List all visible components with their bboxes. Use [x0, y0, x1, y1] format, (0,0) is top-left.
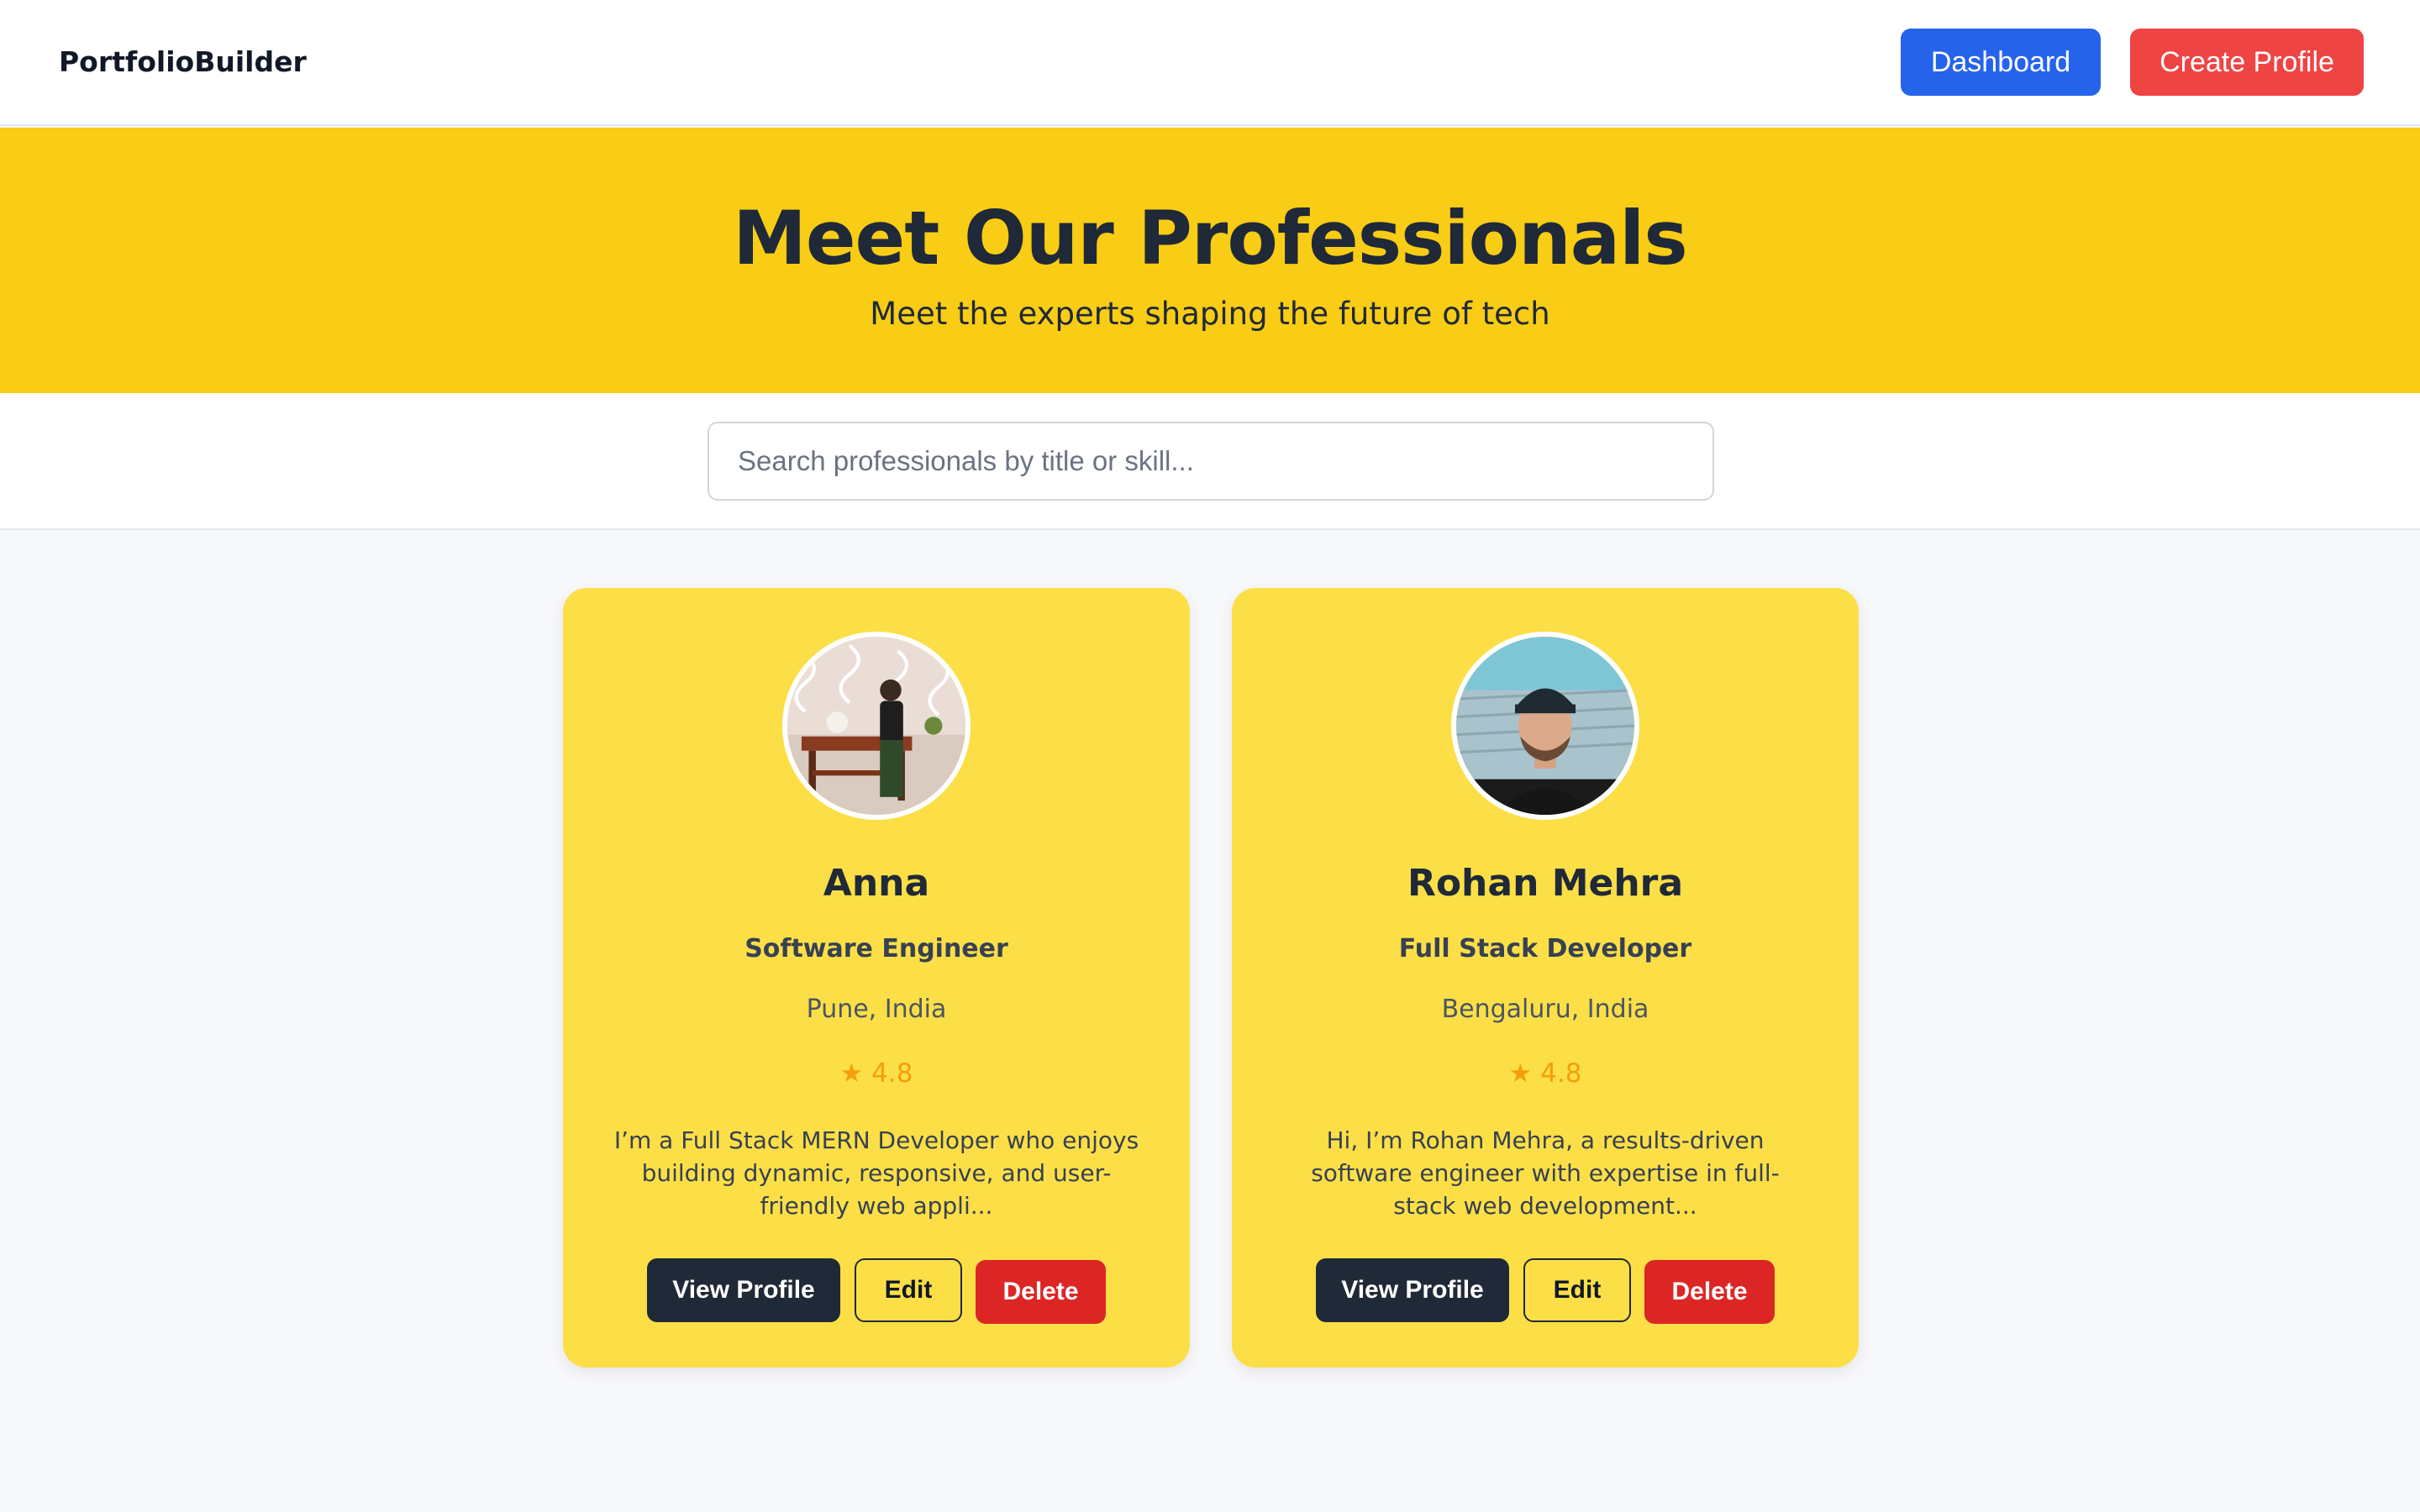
profile-card: Anna Software Engineer Pune, India ★ 4.8… [563, 588, 1190, 1368]
profile-bio: Hi, I’m Rohan Mehra, a results-driven so… [1311, 1126, 1780, 1220]
profile-job-title: Software Engineer [744, 934, 1008, 963]
profile-location: Bengaluru, India [1441, 995, 1649, 1024]
delete-button[interactable]: Delete [1644, 1260, 1775, 1324]
avatar [1451, 632, 1639, 820]
profile-rating: ★ 4.8 [839, 1058, 913, 1089]
search-input[interactable] [708, 422, 1714, 501]
profile-bio: I’m a Full Stack MERN Developer who enjo… [613, 1126, 1139, 1220]
create-profile-button[interactable]: Create Profile [2130, 29, 2364, 96]
card-actions: View Profile Edit Delete [1232, 1258, 1859, 1324]
search-section [0, 393, 2420, 530]
edit-button[interactable]: Edit [1523, 1258, 1631, 1322]
profile-name: Anna [823, 862, 930, 905]
profile-location: Pune, India [806, 995, 947, 1024]
card-actions: View Profile Edit Delete [563, 1258, 1190, 1324]
delete-button[interactable]: Delete [976, 1260, 1106, 1324]
profile-rating: ★ 4.8 [1508, 1058, 1582, 1089]
profile-name: Rohan Mehra [1407, 862, 1684, 905]
dashboard-button[interactable]: Dashboard [1901, 29, 2101, 96]
profile-card: Rohan Mehra Full Stack Developer Bengalu… [1232, 588, 1859, 1368]
view-profile-button[interactable]: View Profile [647, 1258, 840, 1322]
page-title: Meet Our Professionals [733, 195, 1687, 281]
hero-banner: Meet Our Professionals Meet the experts … [0, 128, 2420, 393]
brand-logo[interactable]: PortfolioBuilder [59, 45, 307, 78]
edit-button[interactable]: Edit [855, 1258, 962, 1322]
navbar: PortfolioBuilder Dashboard Create Profil… [0, 0, 2420, 126]
profile-job-title: Full Stack Developer [1398, 934, 1692, 963]
avatar [782, 632, 971, 820]
page-subtitle: Meet the experts shaping the future of t… [870, 296, 1550, 332]
view-profile-button[interactable]: View Profile [1316, 1258, 1509, 1322]
